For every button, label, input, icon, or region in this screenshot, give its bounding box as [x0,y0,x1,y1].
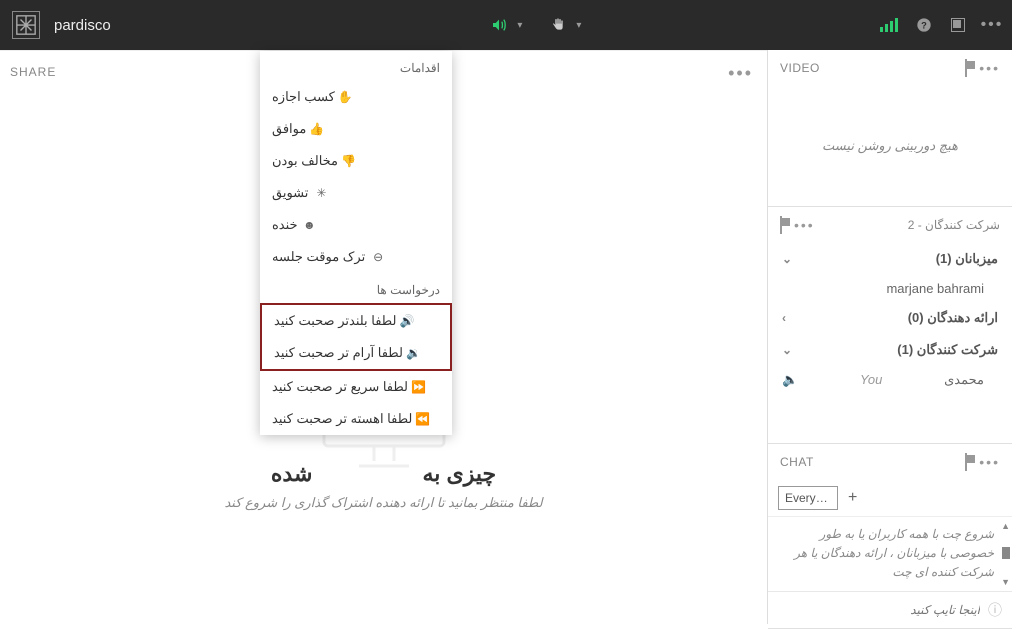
request-softer[interactable]: 🔉لطفا آرام تر صحبت کنید [262,337,450,369]
action-step-away[interactable]: ⊖ترک موقت جلسه [260,241,452,273]
chat-panel: CHAT ••• Everyo… + ▲ شروع چت با همه کارب… [768,444,1012,629]
chevron-right-icon: › [782,311,786,325]
attendees-group[interactable]: شرکت کنندگان (1) ⌄ [768,334,1012,366]
scroll-down-icon[interactable]: ▼ [1001,577,1010,587]
top-bar: pardisco ▾ ▾ ? ••• [0,0,1012,50]
host-user[interactable]: marjane bahrami [768,275,1012,302]
chat-fullscreen-icon[interactable] [965,454,967,470]
thumbs-up-icon: 👍 [310,122,324,136]
actions-dropdown: اقدامات ✋کسب اجازه 👍موافق 👎مخالف بودن ✳ت… [260,51,452,435]
presenters-group[interactable]: ارائه دهندگان (0) › [768,302,1012,334]
share-label: SHARE [10,65,56,79]
video-empty-text: هیچ دوربینی روشن نیست [768,86,1012,206]
participants-more-icon[interactable]: ••• [794,217,815,233]
dropdown-section-requests: درخواست ها [260,273,452,303]
participants-fullscreen-icon[interactable] [780,217,782,233]
app-logo [12,11,40,39]
hand-small-icon: ✋ [339,90,353,104]
fullscreen-icon[interactable] [950,17,966,33]
info-icon[interactable]: ⓘ [988,600,1002,620]
more-icon[interactable]: ••• [984,17,1000,33]
video-more-icon[interactable]: ••• [979,60,1000,76]
chevron-down-icon: ⌄ [782,252,792,266]
hand-chevron-icon[interactable]: ▾ [576,20,581,31]
chat-input[interactable] [778,603,980,617]
speaker-icon[interactable] [491,17,507,33]
vol-up-icon: 🔊 [400,314,414,328]
chevron-down-icon: ⌄ [782,343,792,357]
connection-icon[interactable] [880,18,898,32]
attendee-user[interactable]: محمدی You 🔈 [768,366,1012,394]
hosts-group[interactable]: میزبانان (1) ⌄ [768,243,1012,275]
scrollbar-handle[interactable] [1002,547,1010,559]
share-subtitle: لطفا منتظر بمانید تا ارائه دهنده اشتراک … [224,495,542,511]
scroll-up-icon[interactable]: ▲ [1001,521,1010,531]
participants-panel: شرکت کنندگان - 2 ••• میزبانان (1) ⌄ marj… [768,207,1012,444]
highlighted-items: 🔊لطفا بلندتر صحبت کنید 🔉لطفا آرام تر صحب… [260,303,452,371]
vol-down-icon: 🔉 [407,346,421,360]
request-slower[interactable]: ⏪لطفا اهسته تر صحبت کنید [260,403,452,435]
request-faster[interactable]: ⏩لطفا سریع تر صحبت کنید [260,371,452,403]
chat-tab-everyone[interactable]: Everyo… [778,486,838,510]
mic-icon: 🔈 [782,372,798,388]
chat-add-tab[interactable]: + [848,489,857,507]
hand-icon[interactable] [550,17,566,33]
video-panel: VIDEO ••• هیچ دوربینی روشن نیست [768,50,1012,207]
sidebar: VIDEO ••• هیچ دوربینی روشن نیست شرکت کنن… [767,50,1012,624]
chat-hint: شروع چت با همه کاربران یا به طور خصوصی ب… [776,525,994,583]
svg-text:?: ? [921,20,927,30]
video-label: VIDEO [780,61,820,75]
action-raise-hand[interactable]: ✋کسب اجازه [260,81,452,113]
speaker-chevron-icon[interactable]: ▾ [517,20,522,31]
action-disagree[interactable]: 👎مخالف بودن [260,145,452,177]
chat-label: CHAT [780,455,814,469]
thumbs-down-icon: 👎 [342,154,356,168]
video-fullscreen-icon[interactable] [965,60,967,76]
action-applause[interactable]: ✳تشویق [260,177,452,209]
action-laugh[interactable]: ☻خنده [260,209,452,241]
laugh-icon: ☻ [302,218,316,232]
clap-icon: ✳ [312,186,326,200]
action-agree[interactable]: 👍موافق [260,113,452,145]
share-empty-state: چیزی به شده لطفا منتظر بمانید تا ارائه د… [224,461,542,511]
chat-more-icon[interactable]: ••• [979,454,1000,470]
chat-messages: ▲ شروع چت با همه کاربران یا به طور خصوصی… [768,517,1012,591]
share-area: SHARE ••• اقدامات ✋کسب اجازه 👍موافق 👎مخا… [0,50,767,624]
help-icon[interactable]: ? [916,17,932,33]
share-more-icon[interactable]: ••• [728,63,753,84]
fast-icon: ⏩ [412,380,426,394]
dropdown-section-actions: اقدامات [260,51,452,81]
away-icon: ⊖ [369,250,383,264]
room-name: pardisco [54,17,111,34]
slow-icon: ⏪ [416,412,430,426]
request-louder[interactable]: 🔊لطفا بلندتر صحبت کنید [262,305,450,337]
